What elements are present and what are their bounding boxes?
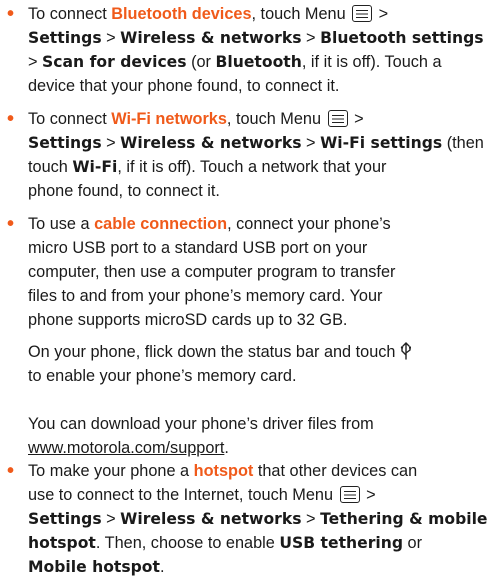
bluetooth-devices-term: Bluetooth devices	[111, 5, 252, 23]
menu-icon	[339, 486, 360, 503]
bullet-icon: •	[7, 108, 15, 130]
text: use to connect to the Internet, touch Me…	[28, 486, 338, 504]
text-line: files to and from your phone’s memory ca…	[28, 287, 383, 305]
separator: >	[101, 510, 121, 528]
text: To connect	[28, 110, 112, 128]
wireless-networks-term: Wireless & networks	[120, 510, 302, 528]
wireless-networks-term: Wireless & networks	[120, 29, 302, 47]
settings-term: Settings	[28, 29, 102, 47]
text: .	[159, 558, 165, 576]
text: (then	[442, 134, 484, 152]
mobile-hotspot-term: Mobile hotspot	[28, 558, 160, 576]
wireless-networks-term: Wireless & networks	[120, 134, 302, 152]
tethering-mobile-term: Tethering & mobile	[320, 510, 488, 528]
cable-connection-term: cable connection	[94, 215, 228, 233]
usb-icon	[401, 342, 412, 360]
bullet-icon: •	[7, 3, 15, 25]
status-bar-paragraph: On your phone, flick down the status bar…	[28, 340, 502, 388]
text-line: to enable your phone’s memory card.	[28, 367, 297, 385]
hotspot-term-bold: hotspot	[28, 534, 96, 552]
usb-tethering-term: USB tethering	[279, 534, 404, 552]
wifi-paragraph: To connect Wi-Fi networks, touch Menu > …	[28, 107, 502, 203]
text: , touch Menu	[226, 110, 326, 128]
hotspot-term: hotspot	[193, 462, 254, 480]
bullet-icon: •	[7, 460, 15, 482]
text: >	[349, 110, 364, 128]
text-line: micro USB port to a standard USB port on…	[28, 239, 368, 257]
text: To use a	[28, 215, 95, 233]
text: To make your phone a	[28, 462, 194, 480]
menu-icon	[327, 110, 348, 127]
text: , if it is off). Touch a	[301, 53, 442, 71]
text: , touch Menu	[251, 5, 351, 23]
settings-term: Settings	[28, 134, 102, 152]
text: . Then, choose to enable	[95, 534, 280, 552]
text: (or	[186, 53, 216, 71]
wifi-term: Wi-Fi	[72, 158, 118, 176]
separator: >	[101, 134, 121, 152]
hotspot-paragraph: To make your phone a hotspot that other …	[28, 459, 502, 579]
text-line: computer, then use a computer program to…	[28, 263, 396, 281]
text: , connect your phone’s	[227, 215, 391, 233]
text: that other devices can	[253, 462, 418, 480]
text: .	[224, 439, 229, 457]
wifi-networks-term: Wi-Fi networks	[111, 110, 227, 128]
menu-icon	[352, 5, 373, 22]
text-line: You can download your phone’s driver fil…	[28, 415, 374, 433]
settings-term: Settings	[28, 510, 102, 528]
cable-paragraph: To use a cable connection, connect your …	[28, 212, 502, 332]
text: , if it is off). Touch a network that yo…	[117, 158, 387, 176]
driver-paragraph: You can download your phone’s driver fil…	[28, 412, 502, 460]
motorola-support-link[interactable]: www.motorola.com/support	[28, 439, 224, 457]
separator: >	[28, 53, 43, 71]
text-line: phone found, to connect it.	[28, 182, 220, 200]
separator: >	[301, 134, 321, 152]
text-line: device that your phone found, to connect…	[28, 77, 340, 95]
text: touch	[28, 158, 73, 176]
bluetooth-settings-term: Bluetooth settings	[320, 29, 484, 47]
text: On your phone, flick down the status bar…	[28, 343, 396, 361]
separator: >	[301, 29, 321, 47]
separator: >	[301, 510, 321, 528]
manual-page: • To connect Bluetooth devices, touch Me…	[0, 0, 502, 576]
text: To connect	[28, 5, 112, 23]
scan-for-devices-term: Scan for devices	[42, 53, 187, 71]
text: >	[374, 5, 389, 23]
wifi-settings-term: Wi-Fi settings	[320, 134, 443, 152]
bullet-icon: •	[7, 213, 15, 235]
bluetooth-paragraph: To connect Bluetooth devices, touch Menu…	[28, 2, 502, 98]
text-line: phone supports microSD cards up to 32 GB…	[28, 311, 348, 329]
text: >	[361, 486, 376, 504]
separator: >	[101, 29, 121, 47]
text: or	[403, 534, 423, 552]
bluetooth-term: Bluetooth	[215, 53, 302, 71]
